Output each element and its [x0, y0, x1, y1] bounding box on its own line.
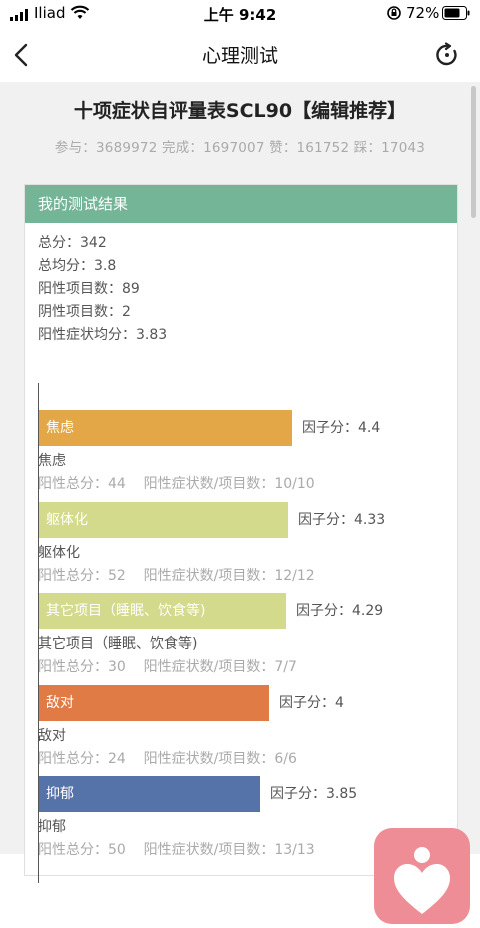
factor-score-label: 因子分：4 — [279, 694, 344, 711]
positive-symptom-average: 阳性症状均分：3.83 — [38, 327, 168, 343]
test-stats: 参与：3689972 完成：1697007 赞：161752 踩：17043 — [54, 140, 426, 156]
content-area[interactable]: 十项症状自评量表SCL90【编辑推荐】 参与：3689972 完成：169700… — [0, 82, 480, 924]
factor-score-label: 因子分：4.4 — [302, 420, 381, 436]
factor-detail: 阳性总分：30 阳性症状数/项目数：7/7 — [38, 659, 297, 675]
negative-items: 阴性项目数：2 — [38, 304, 131, 320]
average-score: 总均分：3.8 — [38, 258, 117, 274]
heart-icon — [394, 847, 450, 914]
total-score: 总分：342 — [38, 235, 107, 251]
factor-detail: 阳性总分：24 阳性症状数/项目数：6/6 — [38, 750, 297, 767]
result-card: 我的测试结果 总分：342 总均分：3.8 阳性项目数：89 阴性项目数：2 阳… — [24, 184, 458, 883]
factor-name: 敌对 — [38, 727, 66, 744]
battery-icon — [442, 6, 470, 20]
factor-score-label: 因子分：4.29 — [296, 603, 384, 619]
result-header: 我的测试结果 — [25, 185, 457, 223]
factor-detail: 阳性总分：44 阳性症状数/项目数：10/10 — [38, 476, 315, 492]
test-title: 十项症状自评量表SCL90【编辑推荐】 — [73, 100, 407, 122]
factor-name: 其它项目（睡眠、饮食等) — [38, 636, 198, 652]
factor-bar: 其它项目（睡眠、饮食等) — [39, 593, 286, 629]
positive-items: 阳性项目数：89 — [38, 281, 140, 297]
app-heart-logo-button[interactable] — [374, 828, 470, 924]
status-bar: Iliad 上午 9:42 72% — [0, 0, 480, 28]
factor-name: 焦虑 — [38, 453, 66, 469]
factor-score-label: 因子分：4.33 — [298, 511, 386, 528]
nav-title: 心理测试 — [201, 45, 278, 67]
factor-name: 躯体化 — [38, 544, 80, 561]
factor-bar: 躯体化 — [39, 501, 288, 538]
factor-detail: 阳性总分：52 阳性症状数/项目数：12/12 — [38, 567, 315, 584]
nav-bar: 心理测试 — [0, 28, 480, 82]
factor-bar: 敌对 — [39, 684, 269, 721]
factor-score-label: 因子分：3.85 — [270, 786, 358, 802]
factor-bar: 抑郁 — [39, 776, 260, 812]
factor-detail: 阳性总分：50 阳性症状数/项目数：13/13 — [38, 842, 315, 858]
factor-name: 抑郁 — [38, 819, 66, 835]
factor-bar: 焦虑 — [39, 410, 292, 446]
refresh-icon[interactable] — [434, 42, 460, 68]
battery-percent: 72% — [406, 4, 440, 22]
rotation-lock-icon — [387, 6, 401, 20]
